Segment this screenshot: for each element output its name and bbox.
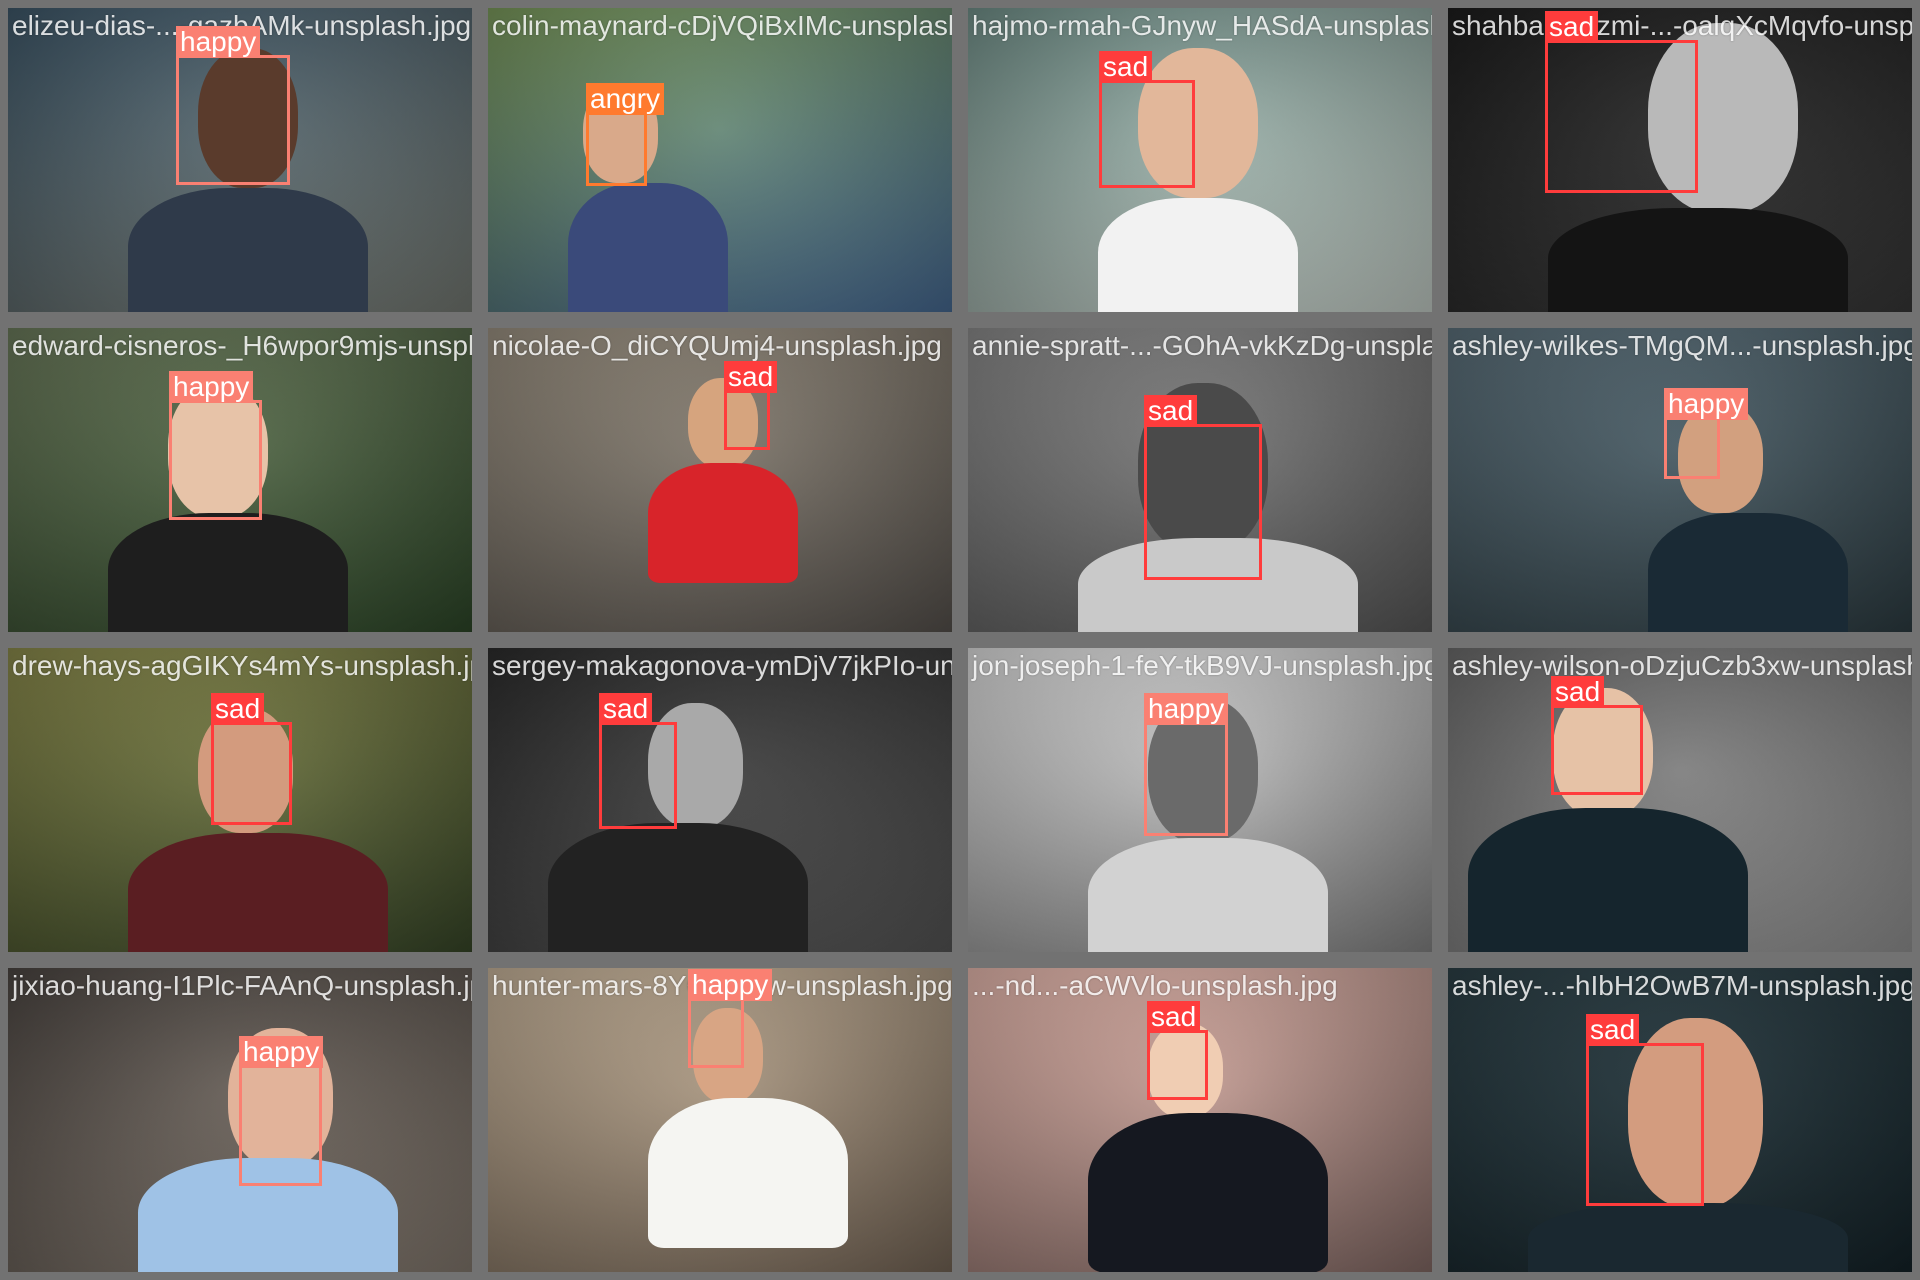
emotion-label: happy	[169, 371, 254, 403]
image-tile[interactable]: ashley-wilson-oDzjuCzb3xw-unsplash.jpg s…	[1440, 640, 1920, 960]
emotion-label: sad	[1144, 395, 1198, 427]
image-tile[interactable]: edward-cisneros-_H6wpor9mjs-unsplash.jpg…	[0, 320, 480, 640]
emotion-label: sad	[599, 693, 653, 725]
face-bounding-box[interactable]: happy	[1144, 693, 1229, 836]
image-grid: elizeu-dias-...-qazbAMk-unsplash.jpg hap…	[0, 0, 1920, 1280]
face-photo-icon	[648, 1008, 848, 1272]
image-tile[interactable]: hunter-mars-8YG...dSw-unsplash.jpg happy	[480, 960, 960, 1280]
face-bounding-box[interactable]: happy	[688, 969, 773, 1068]
image-tile[interactable]: ...-nd...-aCWVlo-unsplash.jpg sad	[960, 960, 1440, 1280]
face-bounding-box[interactable]: sad	[1147, 1001, 1208, 1100]
face-bounding-box[interactable]: sad	[599, 693, 677, 829]
image-tile[interactable]: ashley-...-hIbH2OwB7M-unsplash.jpg sad	[1440, 960, 1920, 1280]
image-tile[interactable]: ashley-wilkes-TMgQM...-unsplash.jpg happ…	[1440, 320, 1920, 640]
face-bounding-box[interactable]: sad	[211, 693, 292, 825]
emotion-label: sad	[211, 693, 265, 725]
face-photo-icon	[1088, 1023, 1328, 1272]
face-photo-icon	[548, 703, 808, 952]
emotion-label: happy	[1144, 693, 1229, 725]
face-bounding-box[interactable]: angry	[586, 83, 665, 186]
emotion-label: happy	[176, 26, 261, 58]
face-bounding-box[interactable]: sad	[724, 361, 778, 450]
image-tile[interactable]: jixiao-huang-I1Plc-FAAnQ-unsplash.jpg ha…	[0, 960, 480, 1280]
image-tile[interactable]: jon-joseph-1-feY-tkB9VJ-unsplash.jpg hap…	[960, 640, 1440, 960]
image-tile[interactable]: drew-hays-agGIKYs4mYs-unsplash.jpg sad	[0, 640, 480, 960]
emotion-label: sad	[1099, 51, 1153, 83]
emotion-label: happy	[1664, 388, 1749, 420]
face-bounding-box[interactable]: sad	[1545, 11, 1698, 193]
emotion-label: sad	[1147, 1001, 1201, 1033]
emotion-label: sad	[1545, 11, 1599, 43]
emotion-label: happy	[688, 969, 773, 1001]
face-bounding-box[interactable]: happy	[1664, 388, 1749, 479]
image-tile[interactable]: shahbaz-kazmi-...-oalqXcMqvfo-unsplash.j…	[1440, 0, 1920, 320]
image-tile[interactable]: colin-maynard-cDjVQiBxIMc-unsplash.jpg a…	[480, 0, 960, 320]
face-bounding-box[interactable]: sad	[1099, 51, 1195, 188]
emotion-label: sad	[1586, 1014, 1640, 1046]
face-photo-icon	[648, 378, 798, 618]
image-tile[interactable]: sergey-makagonova-ymDjV7jkPIo-unsplash.j…	[480, 640, 960, 960]
image-tile[interactable]: nicolae-O_diCYQUmj4-unsplash.jpg sad	[480, 320, 960, 640]
image-tile[interactable]: annie-spratt-...-GOhA-vkKzDg-unsplash.jp…	[960, 320, 1440, 640]
image-tile[interactable]: elizeu-dias-...-qazbAMk-unsplash.jpg hap…	[0, 0, 480, 320]
face-bounding-box[interactable]: sad	[1586, 1014, 1704, 1206]
face-bounding-box[interactable]: happy	[169, 371, 262, 520]
emotion-label: angry	[586, 83, 665, 115]
face-bounding-box[interactable]: happy	[239, 1036, 324, 1186]
face-bounding-box[interactable]: sad	[1144, 395, 1262, 580]
image-tile[interactable]: hajmo-rmah-GJnyw_HASdA-unsplash.jpg sad	[960, 0, 1440, 320]
emotion-label: sad	[1551, 676, 1605, 708]
emotion-label: sad	[724, 361, 778, 393]
emotion-label: happy	[239, 1036, 324, 1068]
face-bounding-box[interactable]: happy	[176, 26, 290, 185]
face-bounding-box[interactable]: sad	[1551, 676, 1643, 795]
